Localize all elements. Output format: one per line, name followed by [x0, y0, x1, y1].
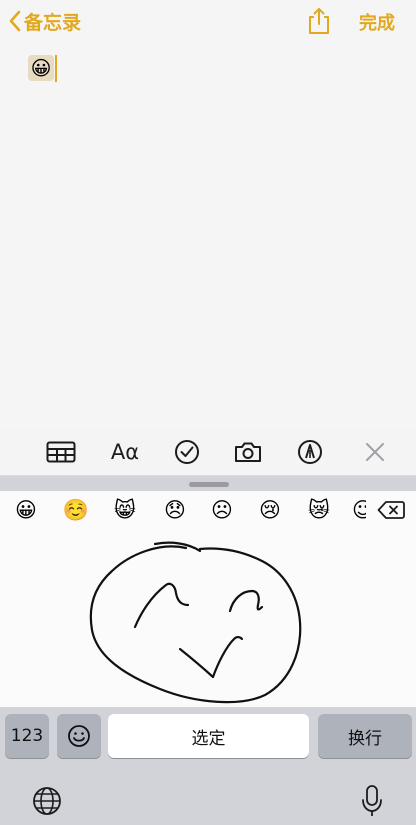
- smiley-icon: [68, 725, 90, 747]
- emoji-key[interactable]: [57, 714, 101, 758]
- globe-icon: [33, 787, 61, 815]
- emoji-suggestion[interactable]: ☺: [352, 496, 366, 524]
- return-key[interactable]: 换行: [318, 714, 412, 758]
- select-key[interactable]: 选定: [108, 714, 309, 758]
- emoji-suggestion[interactable]: ☺️: [62, 496, 90, 524]
- drag-handle[interactable]: [189, 482, 229, 487]
- back-label: 备忘录: [24, 11, 82, 34]
- checklist-button[interactable]: [172, 438, 202, 466]
- table-icon: [46, 441, 76, 463]
- emoji-suggestion[interactable]: 😢: [256, 496, 284, 524]
- delete-backspace-icon: [377, 501, 405, 519]
- text-cursor: [55, 55, 57, 82]
- back-button[interactable]: 备忘录: [8, 7, 81, 35]
- emoji-suggestion[interactable]: 😀: [12, 496, 40, 524]
- share-button[interactable]: [306, 7, 332, 35]
- close-toolbar-button[interactable]: [360, 438, 390, 466]
- handwriting-strokes: [89, 541, 302, 704]
- table-button[interactable]: [46, 438, 76, 466]
- microphone-icon: [362, 785, 382, 816]
- note-content-emoji[interactable]: 😀: [28, 55, 54, 81]
- checkmark-circle-icon: [175, 440, 199, 464]
- note-editor[interactable]: [0, 44, 416, 428]
- camera-button[interactable]: [233, 438, 263, 466]
- camera-icon: [235, 442, 261, 462]
- format-text-button[interactable]: Aα: [110, 438, 140, 466]
- close-icon: [366, 443, 384, 461]
- pen-tip-circle-icon: [298, 440, 322, 464]
- markup-button[interactable]: [295, 438, 325, 466]
- emoji-suggestion[interactable]: 😸: [111, 496, 139, 524]
- emoji-suggestion[interactable]: 😿: [305, 496, 333, 524]
- chevron-left-icon: [9, 10, 21, 32]
- handwriting-canvas[interactable]: [0, 527, 416, 707]
- done-button[interactable]: 完成: [359, 9, 395, 35]
- emoji-suggestion[interactable]: 😞: [161, 496, 189, 524]
- globe-key[interactable]: [32, 786, 62, 816]
- emoji-delete-button[interactable]: [374, 496, 408, 524]
- share-icon: [309, 8, 329, 34]
- emoji-suggestion[interactable]: ☹: [208, 496, 236, 524]
- dictation-key[interactable]: [360, 784, 384, 818]
- numbers-key[interactable]: 123: [5, 714, 49, 758]
